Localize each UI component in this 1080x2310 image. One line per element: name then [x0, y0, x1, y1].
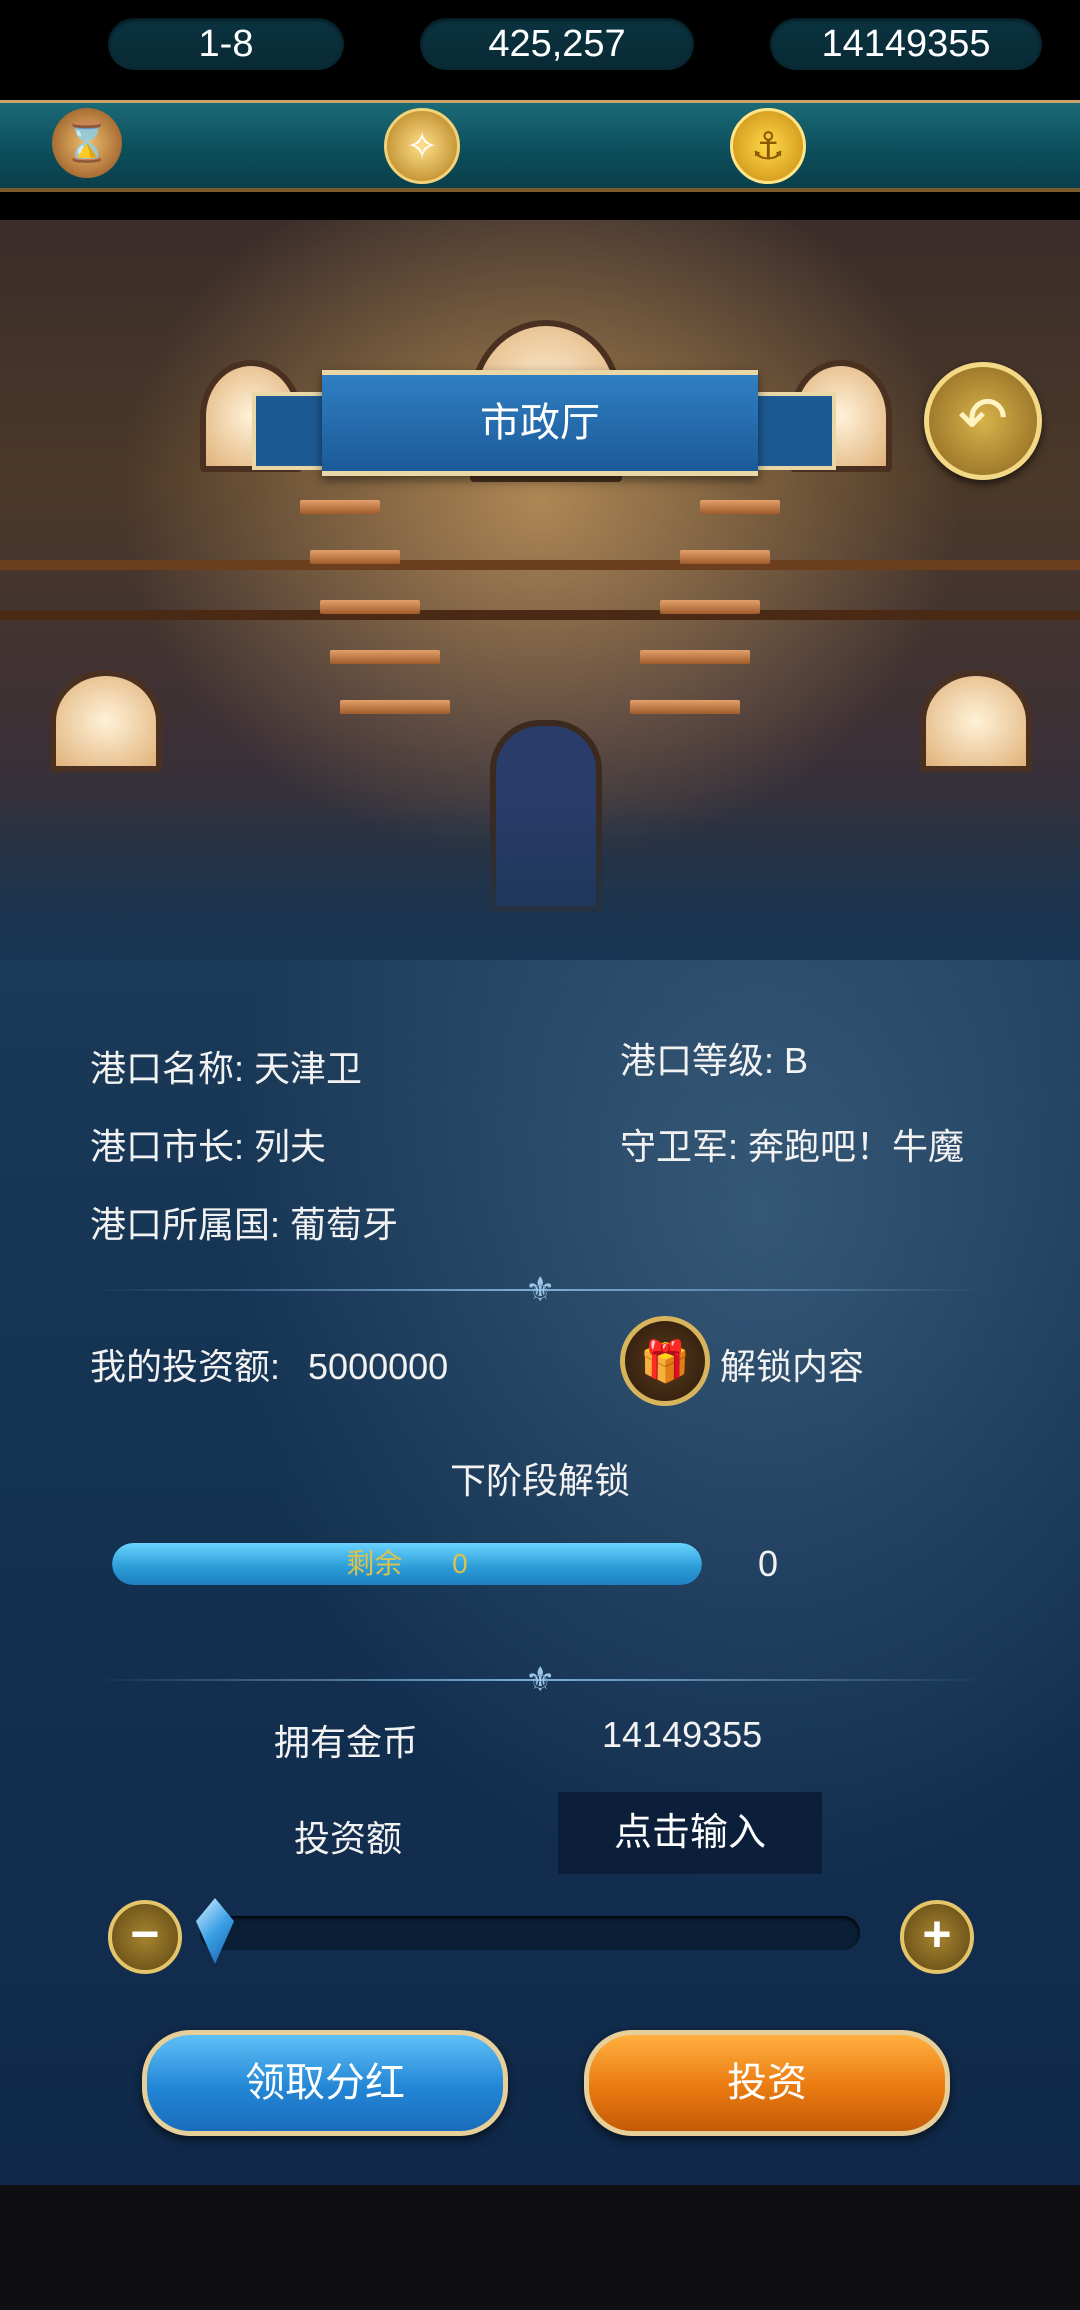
own-gold-value: 14149355: [602, 1714, 763, 1755]
unlock-content-link[interactable]: 解锁内容: [720, 1338, 864, 1390]
anchor-coin-icon: ⚓: [730, 108, 806, 184]
level-display: 1-8: [108, 18, 344, 70]
progress-count: 0: [758, 1543, 779, 1584]
balcony-rail: [0, 610, 1080, 620]
compass-coin-icon: ✧: [384, 108, 460, 184]
hourglass-icon: ⌛: [52, 108, 122, 178]
decrease-button[interactable]: −: [108, 1900, 182, 1974]
increase-button[interactable]: +: [900, 1900, 974, 1974]
my-investment-value: 5000000: [308, 1346, 449, 1387]
port-nation-label: 港口所属国:: [90, 1204, 281, 1245]
next-stage-label: 下阶段解锁: [449, 1460, 630, 1501]
back-arrow-icon: ↶: [957, 385, 1009, 452]
page-title: 市政厅: [322, 370, 758, 476]
gold-display: 14149355: [770, 18, 1042, 70]
progress-text: 剩余 0: [112, 1543, 702, 1585]
gift-box-icon[interactable]: 🎁: [620, 1316, 710, 1406]
divider-ornament-icon: ⚜: [525, 1661, 556, 1699]
hall-background-image: [0, 220, 1080, 960]
balcony-rail: [0, 560, 1080, 570]
back-button[interactable]: ↶: [924, 362, 1042, 480]
port-level-row: 港口等级: B: [620, 1032, 808, 1084]
unlock-progress-bar: 剩余 0: [112, 1543, 702, 1585]
invest-slider-track[interactable]: [200, 1916, 860, 1950]
guard-row: 守卫军: 奔跑吧！牛魔: [620, 1118, 964, 1170]
invest-amount-label: 投资额: [294, 1818, 403, 1859]
city-hall-screen: 1-8 425,257 14149355 ⌛ ✧ ⚓ 市政厅 ↶ 港口名称: 天…: [0, 0, 1080, 2310]
progress-remaining-value: 0: [452, 1548, 468, 1579]
port-nation-row: 港口所属国: 葡萄牙: [90, 1196, 398, 1248]
port-name-label: 港口名称:: [90, 1048, 245, 1089]
hall-window: [50, 670, 162, 772]
bottom-strip: [0, 2185, 1080, 2310]
silver-display: 425,257: [420, 18, 694, 70]
claim-dividend-button[interactable]: 领取分红: [142, 2030, 508, 2136]
port-mayor-label: 港口市长:: [90, 1126, 245, 1167]
port-name-value: 天津卫: [254, 1048, 363, 1089]
resource-bar: [0, 100, 1080, 192]
divider-ornament-icon: ⚜: [525, 1271, 556, 1309]
progress-remaining-label: 剩余: [346, 1548, 403, 1579]
port-level-value: B: [784, 1040, 809, 1081]
my-investment-row: 我的投资额: 5000000: [90, 1338, 448, 1390]
my-investment-label: 我的投资额:: [90, 1346, 281, 1387]
own-gold-label: 拥有金币: [274, 1722, 419, 1763]
guard-value: 奔跑吧！牛魔: [748, 1126, 965, 1167]
invest-button[interactable]: 投资: [584, 2030, 950, 2136]
port-nation-value: 葡萄牙: [290, 1204, 399, 1245]
hall-window: [920, 670, 1032, 772]
port-mayor-row: 港口市长: 列夫: [90, 1118, 326, 1170]
port-mayor-value: 列夫: [254, 1126, 327, 1167]
guard-label: 守卫军:: [620, 1126, 739, 1167]
port-name-row: 港口名称: 天津卫: [90, 1040, 362, 1092]
port-level-label: 港口等级:: [620, 1040, 775, 1081]
invest-amount-input[interactable]: 点击输入: [558, 1792, 822, 1874]
